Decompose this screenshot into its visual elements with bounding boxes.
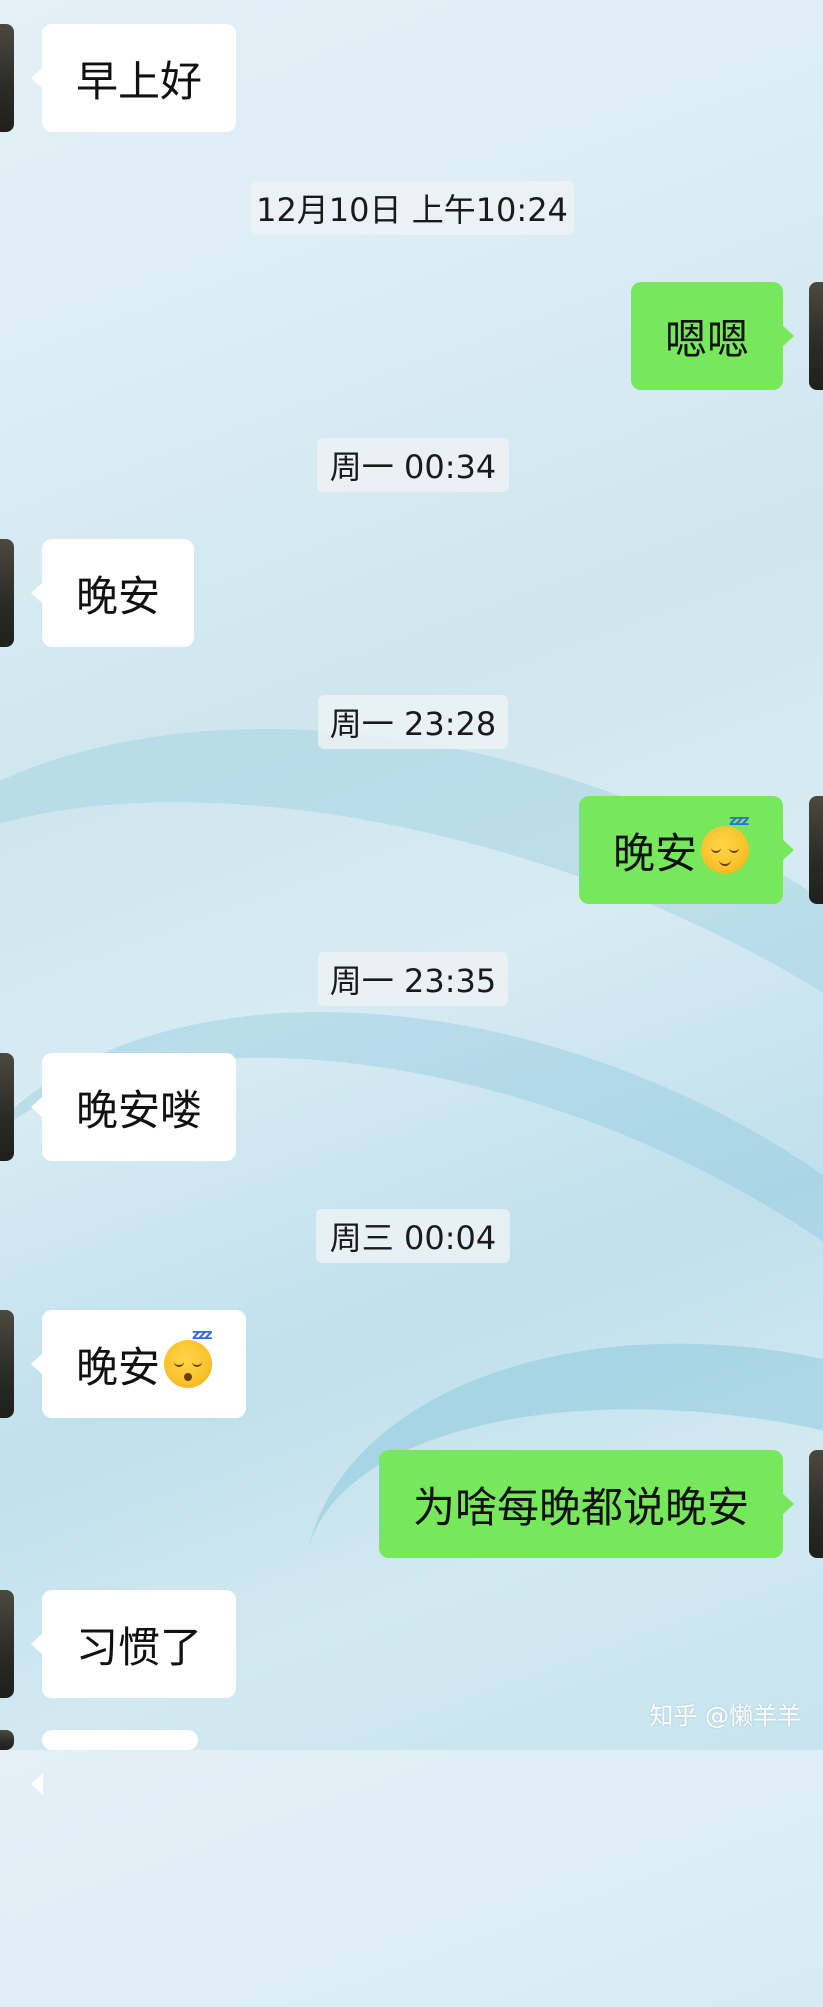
message-row-received: 晚安喽 xyxy=(0,1053,823,1161)
message-bubble-received[interactable]: 晚安 zzz xyxy=(30,1310,247,1418)
message-row-received: 晚安 xyxy=(0,539,823,647)
message-bubble-received[interactable]: 习惯了 xyxy=(30,1590,237,1698)
message-bubble-received[interactable]: 晚安 xyxy=(30,539,195,647)
message-row-received: 习惯了 xyxy=(0,1590,823,1698)
user-avatar[interactable] xyxy=(809,282,823,390)
timestamp: 周三 00:04 xyxy=(316,1209,510,1263)
sleepy-face-emoji-icon: zzz xyxy=(164,1328,213,1388)
message-bubble-sent[interactable]: 嗯嗯 xyxy=(630,282,795,390)
contact-avatar[interactable] xyxy=(0,1730,14,1750)
timestamp: 周一 23:35 xyxy=(318,952,508,1006)
message-row-sent: 嗯嗯 xyxy=(0,282,823,390)
timestamp: 周一 00:34 xyxy=(317,438,509,492)
message-row-sent: 为啥每晚都说晚安 xyxy=(0,1450,823,1558)
message-text: 晚安喽 xyxy=(76,1085,203,1135)
message-bubble-sent[interactable]: 晚安 zzz xyxy=(578,796,795,904)
watermark: 知乎 @懒羊羊 xyxy=(649,1702,801,1730)
message-text: 为啥每晚都说晚安 xyxy=(412,1482,749,1532)
contact-avatar[interactable] xyxy=(0,1053,14,1161)
message-text: 嗯嗯 xyxy=(664,314,749,364)
message-bubble-received[interactable]: 早上好 xyxy=(30,24,237,132)
timestamp: 12月10日 上午10:24 xyxy=(250,181,574,235)
message-bubble-received[interactable] xyxy=(31,1730,198,1795)
message-row-sent: 晚安 zzz xyxy=(0,796,823,904)
user-avatar[interactable] xyxy=(809,796,823,904)
message-bubble-received[interactable]: 晚安喽 xyxy=(30,1053,237,1161)
contact-avatar[interactable] xyxy=(0,24,14,132)
background-wave xyxy=(0,852,823,2007)
message-text: 晚安 xyxy=(76,571,161,621)
contact-avatar[interactable] xyxy=(0,539,14,647)
message-text: 晚安 xyxy=(76,1342,161,1392)
message-row-received: 晚安 zzz xyxy=(0,1310,823,1418)
message-text: 晚安 xyxy=(612,828,697,878)
contact-avatar[interactable] xyxy=(0,1310,14,1418)
message-bubble-sent[interactable]: 为啥每晚都说晚安 xyxy=(378,1450,795,1558)
timestamp: 周一 23:28 xyxy=(318,695,508,749)
message-row-received: 早上好 xyxy=(0,24,823,132)
sleeping-face-emoji-icon: zzz xyxy=(701,814,750,874)
message-text: 习惯了 xyxy=(76,1622,203,1672)
contact-avatar[interactable] xyxy=(0,1590,14,1698)
message-row-partial xyxy=(0,1730,823,1795)
message-text: 早上好 xyxy=(76,56,203,106)
user-avatar[interactable] xyxy=(809,1450,823,1558)
